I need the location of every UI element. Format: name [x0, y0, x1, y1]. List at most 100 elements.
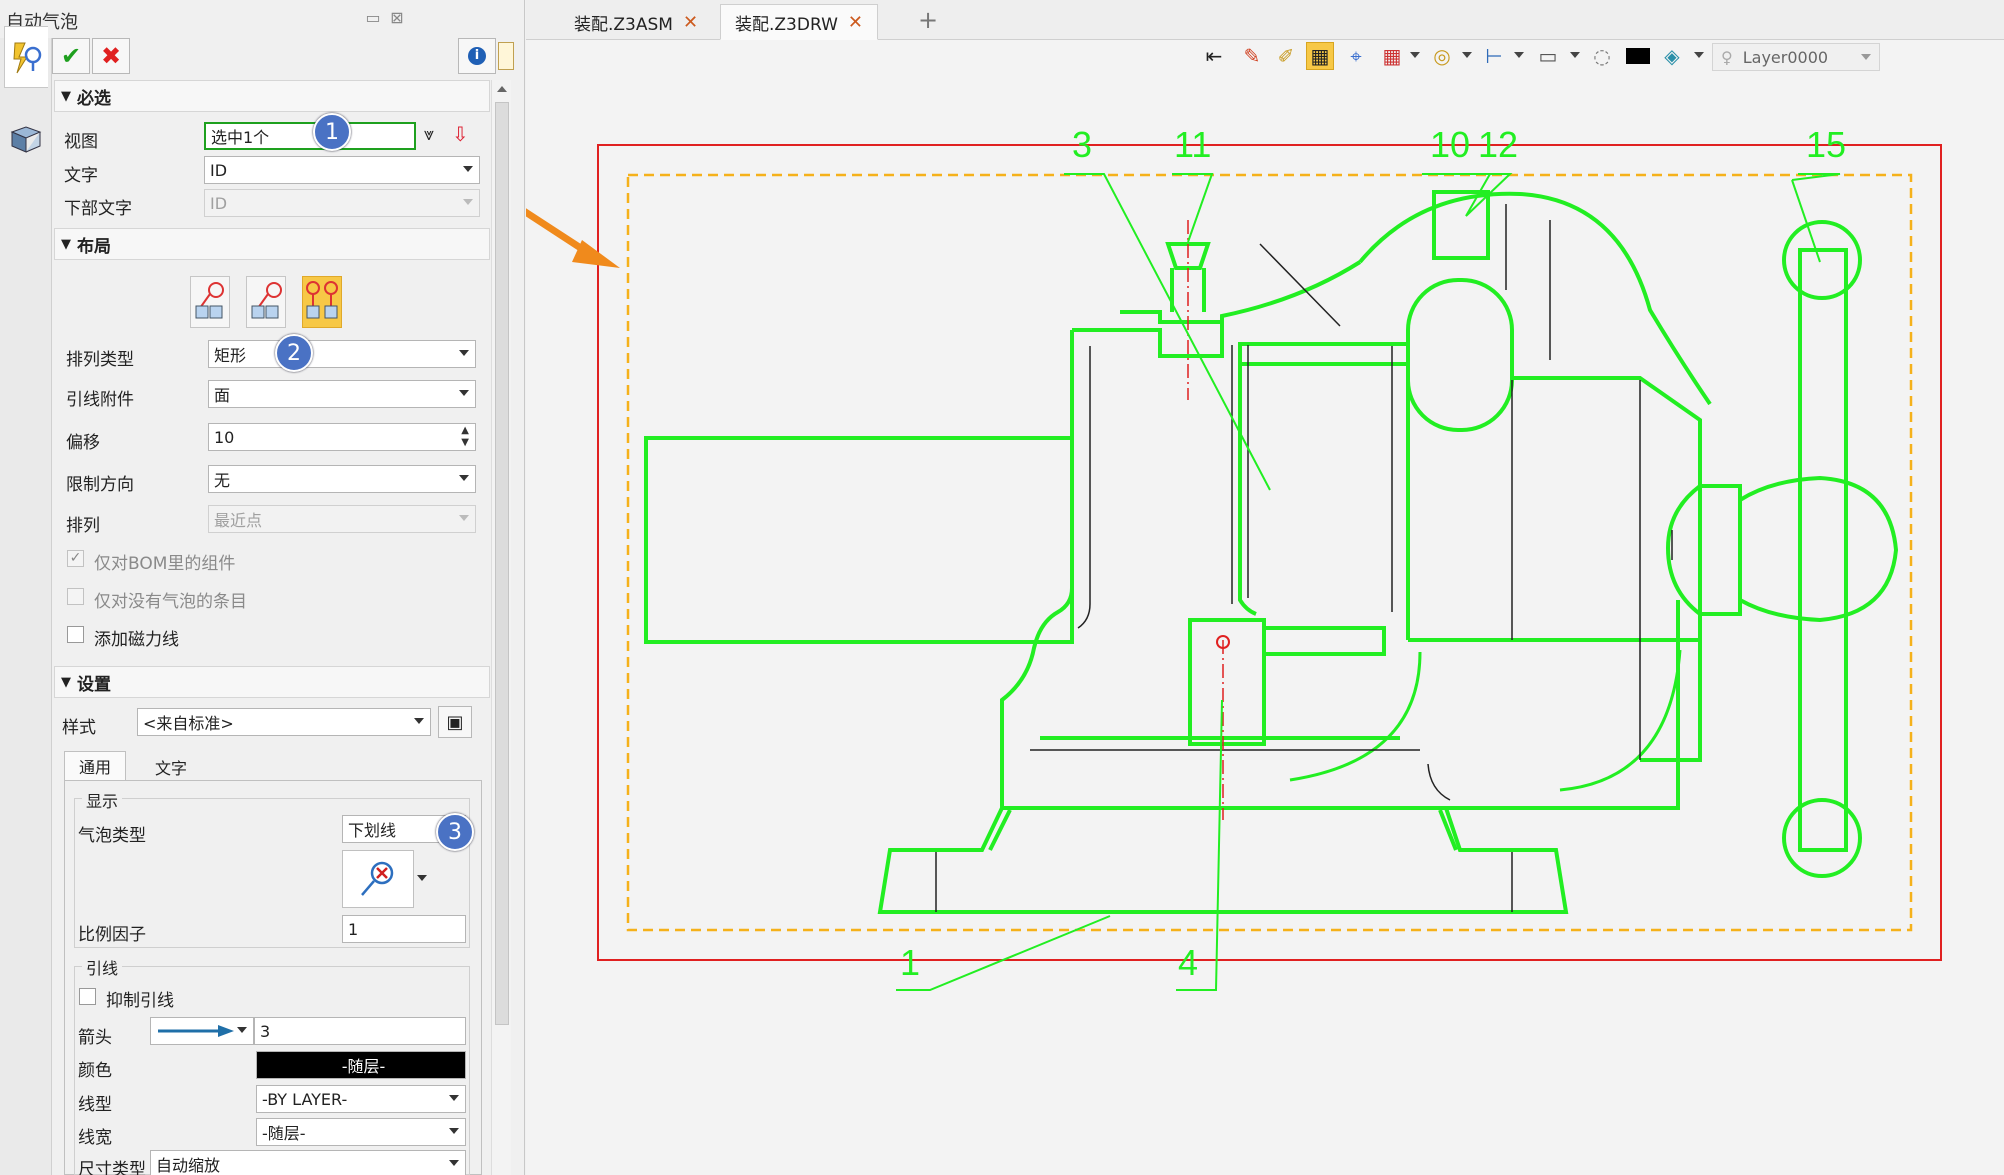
balloon-3[interactable]: 3: [1072, 124, 1092, 166]
balloon-11[interactable]: 11: [1174, 124, 1211, 166]
arrange-label: 排列: [66, 516, 100, 536]
linewidth-select[interactable]: -随层-: [256, 1118, 466, 1146]
arrow-size-input[interactable]: 3: [254, 1017, 466, 1045]
save-style-icon[interactable]: ▣: [438, 706, 472, 738]
arrow-style-select[interactable]: [150, 1017, 254, 1045]
scroll-thumb[interactable]: [495, 102, 509, 1025]
chevron-down-icon[interactable]: [1514, 52, 1524, 58]
linetype-select[interactable]: -BY LAYER-: [256, 1085, 466, 1113]
close-tab-icon[interactable]: ✕: [848, 12, 863, 33]
badge-2: 2: [275, 334, 313, 372]
style-label: 样式: [62, 718, 96, 738]
pin-icon[interactable]: ▭: [362, 8, 384, 28]
balloon-15[interactable]: 15: [1806, 124, 1846, 166]
arrange-select: 最近点: [208, 505, 476, 533]
magnet-line-label: 添加磁力线: [94, 630, 179, 650]
chevron-down-icon[interactable]: [1410, 52, 1420, 58]
no-bubble-checkbox[interactable]: [67, 588, 84, 605]
limit-dir-select[interactable]: 无: [208, 465, 476, 493]
view-border: [626, 173, 1913, 932]
brush-icon[interactable]: ✐: [1272, 42, 1300, 70]
offset-input[interactable]: 10 ▲ ▼: [208, 423, 476, 451]
display-icon[interactable]: ▭: [1534, 42, 1562, 70]
circle-tool-icon[interactable]: ◎: [1428, 42, 1456, 70]
tab-general[interactable]: 通用: [64, 751, 127, 781]
chevron-down-icon[interactable]: [1570, 52, 1580, 58]
text-select[interactable]: ID: [204, 156, 480, 184]
linewidth-label: 线宽: [78, 1128, 112, 1148]
leader-attach-label: 引线附件: [66, 390, 134, 410]
spin-icon[interactable]: ▲ ▼: [461, 425, 469, 449]
chevron-down-icon[interactable]: [1694, 52, 1704, 58]
bubble-type-label: 气泡类型: [78, 826, 146, 846]
view-mode-icon[interactable]: ▦: [1306, 42, 1334, 70]
vise-details: [935, 204, 1673, 912]
vise-drawing: [526, 144, 1942, 991]
filter-icon[interactable]: ⩔: [424, 124, 434, 145]
exit-icon[interactable]: ⇤: [1200, 42, 1228, 70]
color-select[interactable]: -随层-: [256, 1051, 466, 1079]
balloon-1[interactable]: 1: [900, 942, 920, 984]
view-book-icon[interactable]: [4, 108, 48, 170]
auto-balloon-tab-icon[interactable]: [4, 26, 48, 88]
pencil-icon[interactable]: ✎: [1238, 42, 1266, 70]
arrow-icon: [158, 1025, 234, 1037]
suppress-leader-label: 抑制引线: [106, 991, 174, 1011]
section-required[interactable]: ▼ 必选: [54, 80, 490, 112]
suppress-leader-checkbox[interactable]: [79, 988, 96, 1005]
layers-icon[interactable]: ◈: [1658, 42, 1686, 70]
info-icon[interactable]: i: [458, 38, 496, 74]
lower-text-label: 下部文字: [64, 199, 132, 219]
close-icon[interactable]: ⊠: [386, 8, 408, 28]
auto-balloon-panel: 自动气泡 ▭ ⊠ ✔ ✖ i ▼ 必选 视图 选中1个 ⩔ ⇩ 文字 ID 下部文…: [0, 0, 525, 1175]
view-label: 视图: [64, 132, 98, 152]
balloon-12[interactable]: 12: [1478, 124, 1518, 166]
view-field[interactable]: 选中1个: [204, 122, 416, 150]
snap-icon[interactable]: ⌖: [1342, 42, 1370, 70]
layout-option-3-icon[interactable]: [302, 276, 342, 328]
scroll-up-icon[interactable]: [497, 86, 507, 92]
balloon-4[interactable]: 4: [1178, 942, 1198, 984]
balloon-10[interactable]: 10: [1430, 124, 1470, 166]
leader-group-title: 引线: [82, 955, 123, 979]
tab-asm[interactable]: 装配.Z3ASM ✕: [560, 4, 712, 40]
add-tab-icon[interactable]: +: [918, 6, 938, 34]
bubble-style-picker[interactable]: [342, 850, 427, 908]
text-label: 文字: [64, 166, 98, 186]
size-type-label: 尺寸类型: [78, 1160, 146, 1175]
bom-only-checkbox[interactable]: ✓: [67, 550, 84, 567]
dimension-icon[interactable]: ⊢: [1480, 42, 1508, 70]
layout-option-2-icon[interactable]: [246, 276, 286, 328]
arrange-type-select[interactable]: 矩形: [208, 340, 476, 368]
dotted-circle-icon[interactable]: ◌: [1588, 42, 1616, 70]
offset-label: 偏移: [66, 433, 100, 453]
chevron-down-icon[interactable]: [417, 875, 427, 881]
grid-icon[interactable]: ▦: [1378, 42, 1406, 70]
chevron-down-icon[interactable]: [1462, 52, 1472, 58]
layer-select[interactable]: ♀ Layer0000: [1712, 43, 1880, 71]
magnet-line-checkbox[interactable]: [67, 626, 84, 643]
leader-attach-select[interactable]: 面: [208, 380, 476, 408]
cancel-button[interactable]: ✖: [92, 38, 130, 74]
lower-text-select: ID: [204, 189, 480, 217]
ok-button[interactable]: ✔: [52, 38, 90, 74]
color-swatch-icon[interactable]: [1626, 48, 1650, 64]
style-select[interactable]: <来自标准>: [137, 708, 431, 736]
scale-input[interactable]: 1: [342, 915, 466, 943]
section-layout[interactable]: ▼ 布局: [54, 228, 490, 260]
layer-name: Layer0000: [1742, 47, 1829, 67]
display-group-title: 显示: [82, 788, 123, 812]
arrange-type-label: 排列类型: [66, 350, 134, 370]
tab-drw[interactable]: 装配.Z3DRW ✕: [720, 4, 878, 40]
section-settings[interactable]: ▼ 设置: [54, 666, 490, 698]
pick-icon[interactable]: ⇩: [452, 122, 469, 146]
expand-panel-icon[interactable]: [498, 42, 514, 70]
badge-1: 1: [313, 113, 351, 151]
close-tab-icon[interactable]: ✕: [683, 12, 698, 33]
layout-option-1-icon[interactable]: [190, 276, 230, 328]
size-type-select[interactable]: 自动缩放: [150, 1150, 466, 1175]
tab-text[interactable]: 文字: [140, 752, 202, 782]
view-value: 选中1个: [211, 128, 270, 147]
panel-scrollbar[interactable]: [491, 80, 511, 1175]
badge-3: 3: [436, 813, 474, 851]
